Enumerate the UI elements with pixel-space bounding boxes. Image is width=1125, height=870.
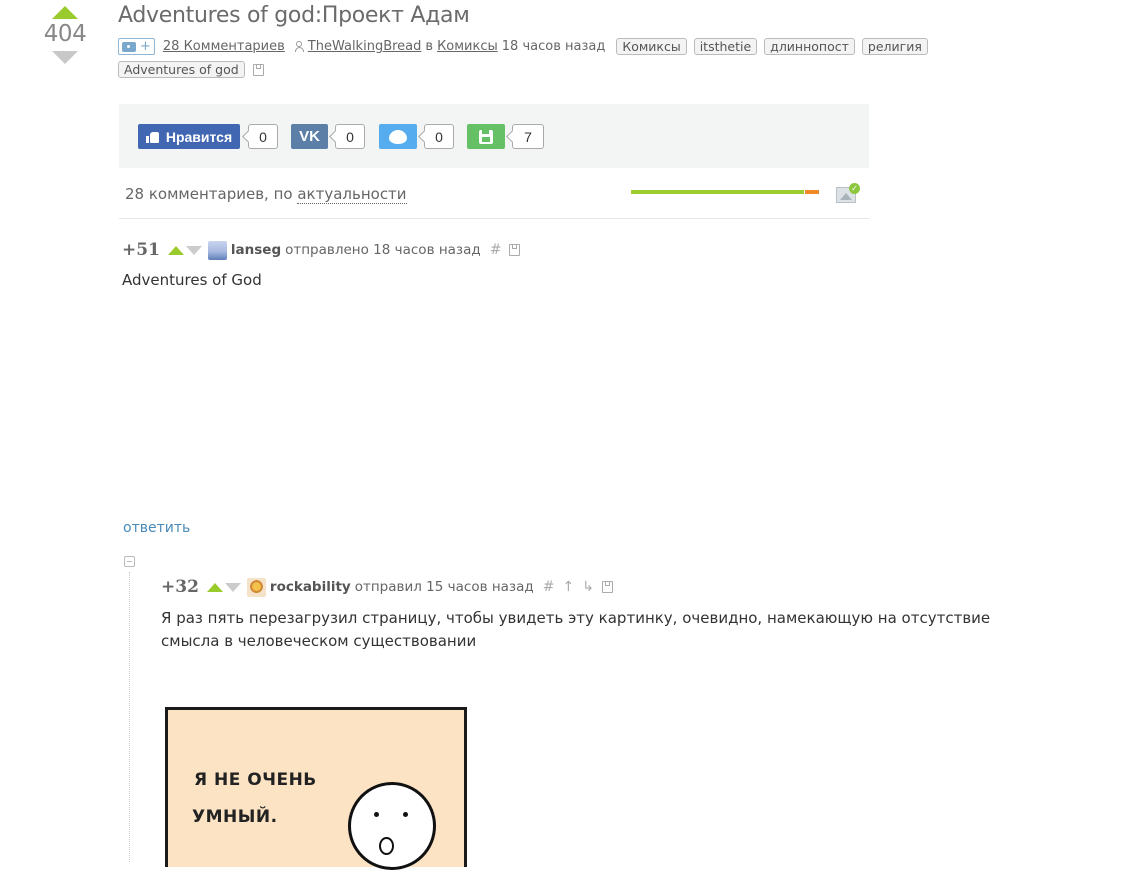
thread-line[interactable]	[129, 572, 130, 862]
eye	[403, 812, 408, 817]
facebook-like-button[interactable]: Нравится	[138, 124, 240, 149]
comment-username[interactable]: lanseg	[231, 242, 281, 258]
story-tags-row2: Adventures of god	[118, 61, 264, 78]
comic-line: УМНЫЙ.	[192, 807, 278, 827]
facebook-like-label: Нравится	[165, 128, 233, 145]
divider	[119, 218, 869, 219]
thumbs-up-icon	[145, 131, 160, 143]
comment-downvote-icon[interactable]	[224, 582, 241, 592]
permalink-icon[interactable]: #	[490, 242, 502, 258]
comic-line: Я НЕ ОЧЕНЬ	[194, 770, 317, 790]
avatar[interactable]	[246, 577, 266, 597]
comment-upvote-icon[interactable]	[206, 582, 223, 592]
vk-count: 0	[335, 124, 365, 149]
toggle-images-button[interactable]: ✓	[836, 183, 860, 205]
upvote-icon[interactable]	[52, 6, 78, 19]
save-comment-icon[interactable]	[509, 244, 521, 256]
comments-count: 28 комментариев, по	[125, 185, 293, 203]
comments-rating-bar	[631, 190, 819, 194]
twitter-count: 0	[424, 124, 454, 149]
story-vote: 404	[40, 2, 90, 64]
permalink-icon[interactable]: #	[543, 579, 555, 595]
twitter-share-button[interactable]	[379, 124, 417, 149]
tag[interactable]: Adventures of god	[118, 61, 245, 78]
community-link[interactable]: Комиксы	[437, 39, 498, 54]
rating-bar-positive	[631, 190, 804, 194]
eye	[374, 812, 379, 817]
parent-comment-icon[interactable]: ↑	[562, 579, 574, 595]
story-rating: 404	[43, 21, 87, 47]
comment-score: +51	[122, 240, 160, 260]
comments-header: 28 комментариев, по актуальности	[125, 185, 407, 204]
avatar[interactable]	[207, 240, 227, 260]
comment-header: +32 rockability отправил 15 часов назад …	[161, 577, 613, 597]
add-photo-button[interactable]: +	[118, 38, 155, 55]
in-word: в	[425, 39, 434, 54]
comment-image[interactable]: Я НЕ ОЧЕНЬ УМНЫЙ.	[165, 707, 467, 870]
comment-downvote-icon[interactable]	[185, 245, 202, 255]
facebook-count: 0	[248, 124, 278, 149]
save-comment-icon[interactable]	[601, 581, 613, 593]
comment-body: Я раз пять перезагрузил страницу, чтобы …	[161, 609, 991, 650]
comments-link[interactable]: 28 Комментариев	[163, 39, 285, 54]
tag[interactable]: Комиксы	[616, 38, 687, 55]
tag[interactable]: itsthetie	[693, 38, 758, 55]
vk-icon: VK	[299, 128, 320, 145]
save-button[interactable]	[467, 124, 505, 149]
story-meta: + 28 Комментариев TheWalkingBread в Коми…	[118, 38, 928, 55]
story-title[interactable]: Adventures of god:Проект Адам	[118, 3, 470, 28]
comment-username[interactable]: rockability	[270, 579, 351, 595]
mouth	[379, 837, 394, 855]
comment-header: +51 lanseg отправлено 18 часов назад #	[122, 240, 521, 260]
user-icon	[294, 41, 304, 52]
comment-tools: #	[490, 242, 521, 258]
reply-link[interactable]: ответить	[123, 520, 190, 536]
comment-time: отправлено 18 часов назад	[285, 242, 481, 258]
comment-tools: # ↑ ↳	[543, 579, 613, 595]
downvote-icon[interactable]	[52, 51, 78, 64]
comic-face	[348, 782, 436, 870]
vk-share-button[interactable]: VK	[291, 124, 328, 149]
sort-dropdown[interactable]: актуальности	[297, 185, 407, 204]
comic-text: Я НЕ ОЧЕНЬ УМНЫЙ.	[192, 762, 317, 836]
rating-bar-negative	[804, 190, 819, 194]
comment-upvote-icon[interactable]	[167, 245, 184, 255]
branch-icon[interactable]: ↳	[582, 579, 594, 595]
camera-icon	[122, 41, 136, 52]
plus-icon: +	[140, 38, 151, 54]
comment-time: отправил 15 часов назад	[354, 579, 534, 595]
check-icon: ✓	[849, 183, 860, 194]
story-time: 18 часов назад	[501, 39, 606, 54]
tag[interactable]: длиннопост	[764, 38, 855, 55]
tag[interactable]: религия	[861, 38, 928, 55]
comment-body: Adventures of God	[122, 271, 262, 289]
author-link[interactable]: TheWalkingBread	[308, 39, 422, 54]
floppy-disk-icon	[479, 129, 493, 144]
comment-score: +32	[161, 577, 199, 597]
save-story-icon[interactable]	[252, 63, 264, 76]
save-count: 7	[512, 124, 544, 149]
twitter-bird-icon	[389, 129, 407, 144]
share-panel: Нравится 0 VK 0 0 7	[119, 104, 869, 168]
collapse-thread-icon[interactable]	[124, 556, 135, 567]
